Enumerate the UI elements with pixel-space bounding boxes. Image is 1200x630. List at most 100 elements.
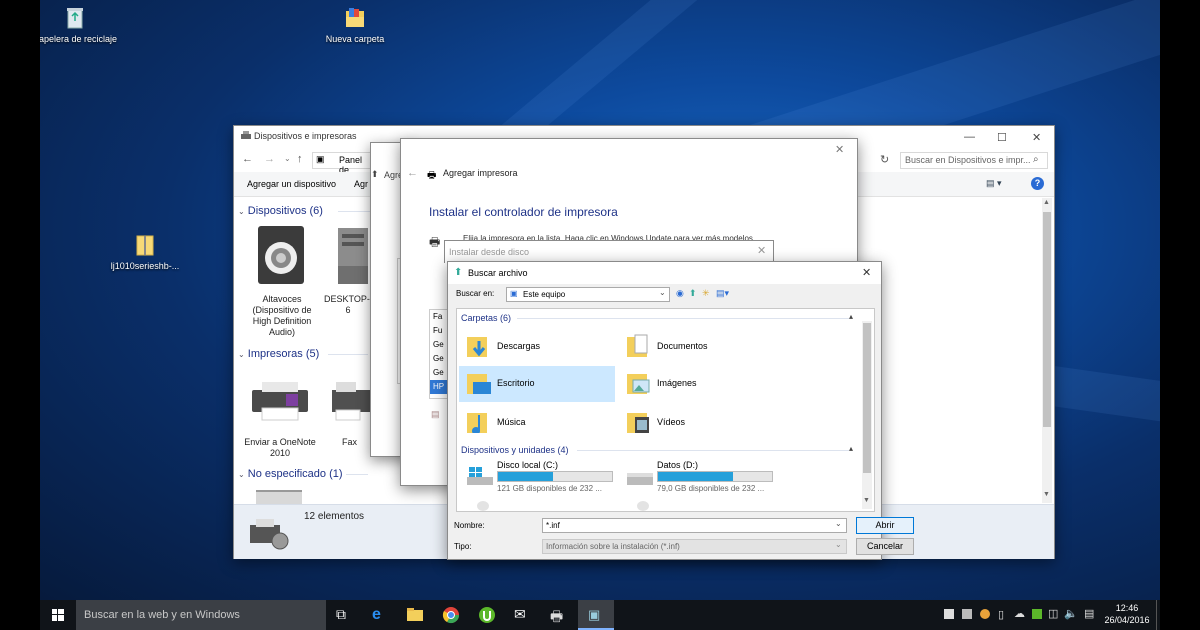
usb-icon[interactable]: ▯ <box>998 608 1004 621</box>
list-item-selected[interactable]: HP <box>430 380 448 394</box>
scroll-down-icon[interactable]: ▼ <box>863 497 870 504</box>
scrollbar-thumb[interactable] <box>863 323 871 473</box>
search-box[interactable]: Buscar en Dispositivos e impr... ⌕ <box>900 152 1048 169</box>
address-bar[interactable]: ▣ Panel de <box>312 152 374 175</box>
close-icon[interactable]: ✕ <box>862 266 871 279</box>
forward-icon[interactable]: → <box>264 153 275 165</box>
speaker-icon[interactable] <box>254 224 308 286</box>
list-item[interactable]: Fu <box>430 324 448 338</box>
help-icon[interactable]: ? <box>1031 177 1044 190</box>
look-in-select[interactable]: ▣ Este equipo ⌄ <box>506 287 670 302</box>
chevron-down-icon[interactable]: ⌄ <box>284 154 291 163</box>
scroll-down-icon[interactable]: ▼ <box>1043 491 1050 498</box>
folder-item-videos[interactable]: Vídeos <box>619 405 775 441</box>
section-folders[interactable]: Carpetas (6) <box>461 313 511 323</box>
add-printer-button[interactable]: Agr <box>354 179 368 189</box>
onedrive-icon[interactable]: ☁ <box>1014 607 1025 620</box>
folder-item-pictures[interactable]: Imágenes <box>619 366 775 402</box>
file-explorer-icon[interactable] <box>406 606 424 624</box>
chrome-icon[interactable] <box>442 606 460 624</box>
close-icon[interactable]: ✕ <box>1032 131 1041 144</box>
cancel-button[interactable]: Cancelar <box>856 538 914 555</box>
file-list[interactable]: Carpetas (6) ▴ Descargas Documentos Escr… <box>456 308 875 512</box>
drive-free-space: 79,0 GB disponibles de 232 ... <box>657 484 765 493</box>
file-type-value: Información sobre la instalación (*.inf) <box>546 542 680 551</box>
collapse-icon[interactable]: ▴ <box>849 312 853 321</box>
tray-pause-icon[interactable] <box>962 609 972 619</box>
add-device-button[interactable]: Agregar un dispositivo <box>247 179 336 189</box>
up-icon[interactable]: ↑ <box>297 153 303 165</box>
refresh-icon[interactable]: ↻ <box>880 153 889 166</box>
desktop-icon-recycle-bin[interactable]: Papelera de reciclaje <box>40 5 120 45</box>
manufacturer-list[interactable]: Fa Fu Ge Ge Ge HP <box>429 309 449 399</box>
desktop-icon-label: lj1010serieshb-... <box>110 261 180 271</box>
action-center-icon[interactable]: ▤ <box>1084 607 1094 620</box>
taskbar: Buscar en la web y en Windows ⧉ e ✉ 🖶 ▣ … <box>40 600 1160 630</box>
show-desktop-divider[interactable] <box>1156 600 1157 630</box>
open-button[interactable]: Abrir <box>856 517 914 534</box>
fax-icon[interactable] <box>330 380 370 422</box>
computer-tower-icon[interactable] <box>336 226 370 286</box>
folder-item-desktop[interactable]: Escritorio <box>459 366 615 402</box>
device-label-speakers: Altavoces (Dispositivo de High Definitio… <box>252 294 312 337</box>
dvd-drive-icon[interactable] <box>637 501 649 511</box>
start-button[interactable] <box>40 600 76 630</box>
folder-item-downloads[interactable]: Descargas <box>459 329 615 365</box>
view-options-icon[interactable]: ▤ ▾ <box>986 178 1002 189</box>
control-panel-taskbar-button[interactable]: ▣ <box>578 600 614 630</box>
file-type-select[interactable]: Información sobre la instalación (*.inf)… <box>542 539 847 554</box>
folder-item-documents[interactable]: Documentos <box>619 329 775 365</box>
maximize-icon[interactable]: ☐ <box>997 131 1007 144</box>
scrollbar[interactable]: ▲ ▼ <box>1042 198 1052 503</box>
volume-icon[interactable]: 🔈 <box>1064 607 1078 620</box>
taskbar-search-box[interactable]: Buscar en la web y en Windows <box>76 600 326 630</box>
onenote-printer-icon[interactable] <box>248 380 312 422</box>
file-name-input[interactable]: *.inf ⌄ <box>542 518 847 533</box>
scrollbar-thumb[interactable] <box>1043 212 1051 427</box>
folder-label: Música <box>497 417 526 427</box>
clock[interactable]: 12:46 26/04/2016 <box>1102 602 1152 628</box>
back-icon[interactable]: ← <box>242 153 253 165</box>
drive-item-d[interactable]: Datos (D:) 79,0 GB disponibles de 232 ..… <box>619 459 775 495</box>
back-nav-icon[interactable]: ◉ <box>676 288 684 299</box>
section-unspecified[interactable]: ⌄ No especificado (1) <box>238 468 343 480</box>
list-item[interactable]: Ge <box>430 352 448 366</box>
tray-app-icon[interactable] <box>944 609 954 619</box>
folder-label: Imágenes <box>657 378 697 388</box>
tray-app-icon[interactable] <box>1032 609 1042 619</box>
minimize-icon[interactable]: — <box>964 131 975 143</box>
section-printers[interactable]: ⌄ Impresoras (5) <box>238 348 319 360</box>
edge-browser-icon[interactable]: e <box>372 606 390 624</box>
list-item[interactable]: Fa <box>430 310 448 324</box>
scrollbar[interactable]: ▼ <box>862 321 872 509</box>
back-icon[interactable]: ← <box>407 167 418 179</box>
list-item[interactable]: Ge <box>430 366 448 380</box>
dvd-drive-icon[interactable] <box>477 501 489 511</box>
collapse-icon[interactable]: ▴ <box>849 444 853 453</box>
type-label: Tipo: <box>454 542 472 551</box>
tray-app-icon[interactable] <box>980 609 990 619</box>
control-panel-icon: ▣ <box>588 607 601 622</box>
folder-item-music[interactable]: Música <box>459 405 615 441</box>
view-menu-icon[interactable]: ▤▾ <box>716 288 729 299</box>
up-folder-icon[interactable]: ⬆ <box>689 288 697 299</box>
section-devices[interactable]: ⌄ Dispositivos (6) <box>238 205 323 217</box>
drive-item-c[interactable]: Disco local (C:) 121 GB disponibles de 2… <box>459 459 615 495</box>
desktop-icon-new-folder[interactable]: Nueva carpeta <box>310 5 400 45</box>
tray-app-icon[interactable]: ◫ <box>1048 607 1058 620</box>
section-drives[interactable]: Dispositivos y unidades (4) <box>461 445 569 455</box>
close-icon[interactable]: ✕ <box>835 143 844 156</box>
close-icon[interactable]: ✕ <box>757 244 766 257</box>
printer-taskbar-icon[interactable]: 🖶 <box>550 606 568 624</box>
mail-icon[interactable]: ✉ <box>514 606 532 624</box>
printer-icon <box>240 131 252 141</box>
list-item[interactable]: Ge <box>430 338 448 352</box>
new-folder-icon[interactable]: ✳ <box>702 288 710 299</box>
utorrent-icon[interactable] <box>478 606 496 624</box>
section-label: Impresoras (5) <box>247 348 320 360</box>
scroll-up-icon[interactable]: ▲ <box>1043 199 1050 206</box>
drive-usage-fill <box>658 472 734 481</box>
task-view-icon[interactable]: ⧉ <box>336 606 354 624</box>
windows-drive-icon <box>467 467 493 485</box>
desktop-icon-zip[interactable]: lj1010serieshb-... <box>100 232 190 272</box>
